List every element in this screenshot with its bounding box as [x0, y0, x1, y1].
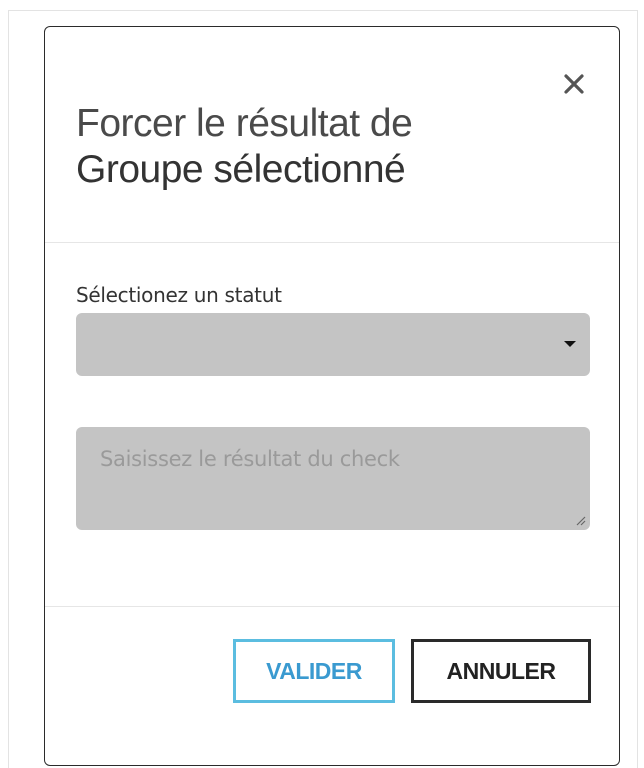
result-placeholder: Saisissez le résultat du check: [100, 447, 400, 471]
status-select[interactable]: [76, 313, 590, 376]
caret-down-icon: [564, 341, 576, 347]
close-button[interactable]: [557, 67, 591, 101]
page: Forcer le résultat de Groupe sélectionné…: [0, 0, 644, 768]
status-label: Sélectionez un statut: [76, 283, 282, 307]
cancel-button[interactable]: ANNULER: [411, 639, 591, 703]
force-result-modal: Forcer le résultat de Groupe sélectionné…: [44, 26, 620, 766]
resize-handle-icon[interactable]: [574, 514, 586, 526]
validate-button[interactable]: VALIDER: [233, 639, 395, 703]
modal-header: Forcer le résultat de Groupe sélectionné: [45, 27, 619, 243]
close-icon: [564, 74, 584, 94]
result-textarea[interactable]: Saisissez le résultat du check: [76, 427, 590, 530]
modal-title-line2: Groupe sélectionné: [76, 148, 406, 191]
modal-title: Forcer le résultat de Groupe sélectionné: [76, 101, 556, 193]
modal-body: Sélectionez un statut Saisissez le résul…: [45, 243, 619, 607]
modal-footer: VALIDER ANNULER: [45, 607, 619, 765]
modal-title-line1: Forcer le résultat de: [76, 102, 413, 145]
